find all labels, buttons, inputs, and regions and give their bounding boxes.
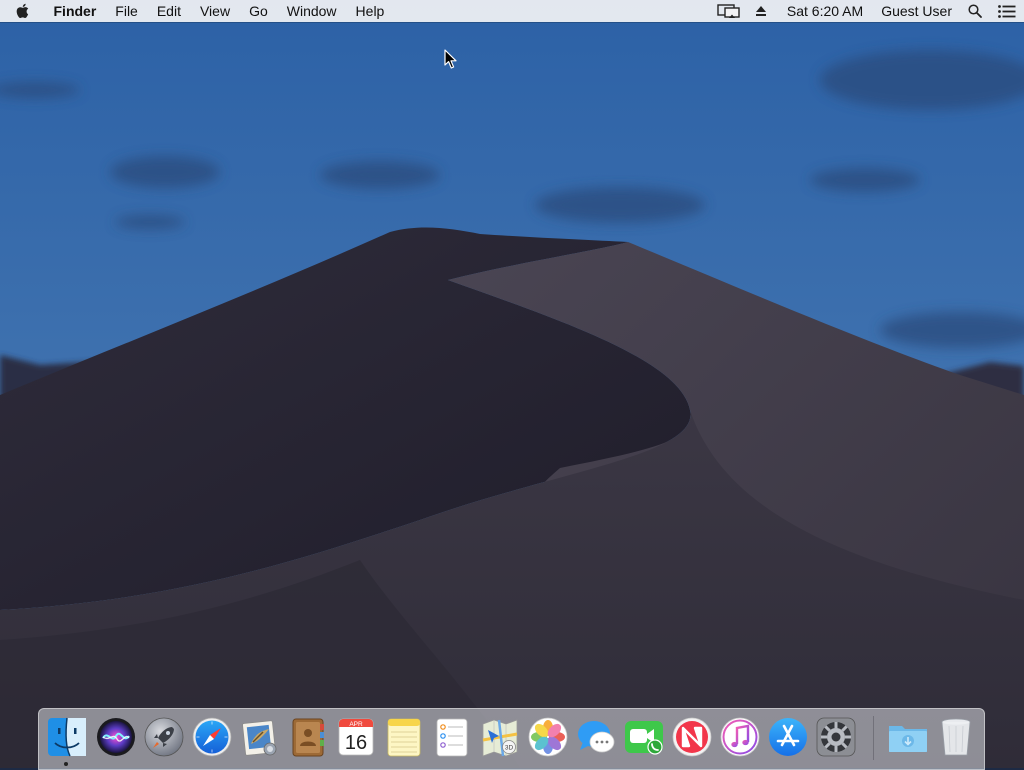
dock-item-app-store[interactable] xyxy=(767,716,809,758)
news-icon xyxy=(672,717,712,757)
dock-item-system-preferences[interactable] xyxy=(815,716,857,758)
notification-center-icon xyxy=(998,4,1016,18)
dock-item-news[interactable] xyxy=(671,716,713,758)
menu-edit[interactable]: Edit xyxy=(147,0,190,22)
airplay-display-icon xyxy=(717,3,740,18)
trash-icon xyxy=(941,718,971,756)
itunes-icon xyxy=(720,717,760,757)
finder-icon xyxy=(48,717,86,757)
dock-item-reminders[interactable] xyxy=(431,716,473,758)
airplay-display-button[interactable] xyxy=(709,0,749,22)
dock-item-finder[interactable] xyxy=(46,716,88,758)
mail-icon xyxy=(242,720,277,756)
app-store-icon xyxy=(769,718,807,756)
maps-3d-badge: 3D xyxy=(505,745,514,752)
launchpad-icon xyxy=(144,717,184,757)
eject-button[interactable] xyxy=(749,0,773,22)
dock: APR 16 3D xyxy=(38,708,985,770)
photos-icon xyxy=(528,717,568,757)
eject-icon xyxy=(755,6,766,16)
dock-separator xyxy=(873,716,874,760)
dock-item-trash[interactable] xyxy=(935,716,977,758)
dock-item-launchpad[interactable] xyxy=(143,716,185,758)
contacts-icon xyxy=(292,718,324,757)
menu-bar: Finder File Edit View Go Window Help Sat… xyxy=(0,0,1024,22)
menu-file[interactable]: File xyxy=(106,0,148,22)
desktop[interactable] xyxy=(0,0,1024,768)
dock-item-contacts[interactable] xyxy=(287,716,329,758)
apple-menu-button[interactable] xyxy=(0,0,44,22)
dock-item-downloads[interactable] xyxy=(887,716,929,758)
calendar-day-label: 16 xyxy=(345,732,367,754)
menu-window[interactable]: Window xyxy=(277,0,346,22)
mojave-wallpaper xyxy=(0,0,1024,768)
dock-item-mail[interactable] xyxy=(239,716,281,758)
calendar-icon: APR 16 xyxy=(338,718,374,756)
spotlight-search-icon xyxy=(968,4,982,18)
menu-clock[interactable]: Sat 6:20 AM xyxy=(773,0,873,22)
app-menu-finder[interactable]: Finder xyxy=(44,0,106,22)
calendar-month-label: APR xyxy=(349,721,363,728)
dock-item-siri[interactable] xyxy=(95,716,137,758)
dock-item-maps[interactable]: 3D xyxy=(479,716,521,758)
system-preferences-icon xyxy=(816,717,856,757)
messages-icon xyxy=(578,721,615,753)
dock-item-messages[interactable] xyxy=(575,716,617,758)
maps-icon: 3D xyxy=(482,719,518,757)
dock-item-facetime[interactable] xyxy=(623,716,665,758)
spotlight-button[interactable] xyxy=(960,0,990,22)
siri-icon xyxy=(97,718,135,756)
menu-help[interactable]: Help xyxy=(346,0,394,22)
menu-go[interactable]: Go xyxy=(240,0,278,22)
dock-item-itunes[interactable] xyxy=(719,716,761,758)
facetime-icon xyxy=(625,721,663,755)
finder-running-indicator xyxy=(64,762,68,766)
downloads-folder-icon xyxy=(889,726,927,752)
fast-user-switching-menu[interactable]: Guest User xyxy=(873,0,960,22)
dock-item-safari[interactable] xyxy=(191,716,233,758)
dock-item-notes[interactable] xyxy=(383,716,425,758)
notes-icon xyxy=(387,718,421,757)
notification-center-button[interactable] xyxy=(990,0,1024,22)
mouse-pointer-icon xyxy=(444,49,457,69)
menu-view[interactable]: View xyxy=(190,0,239,22)
dock-item-calendar[interactable]: APR 16 xyxy=(335,716,377,758)
reminders-icon xyxy=(436,718,468,757)
safari-icon xyxy=(192,717,232,757)
apple-logo-icon xyxy=(16,3,29,19)
dock-item-photos[interactable] xyxy=(527,716,569,758)
